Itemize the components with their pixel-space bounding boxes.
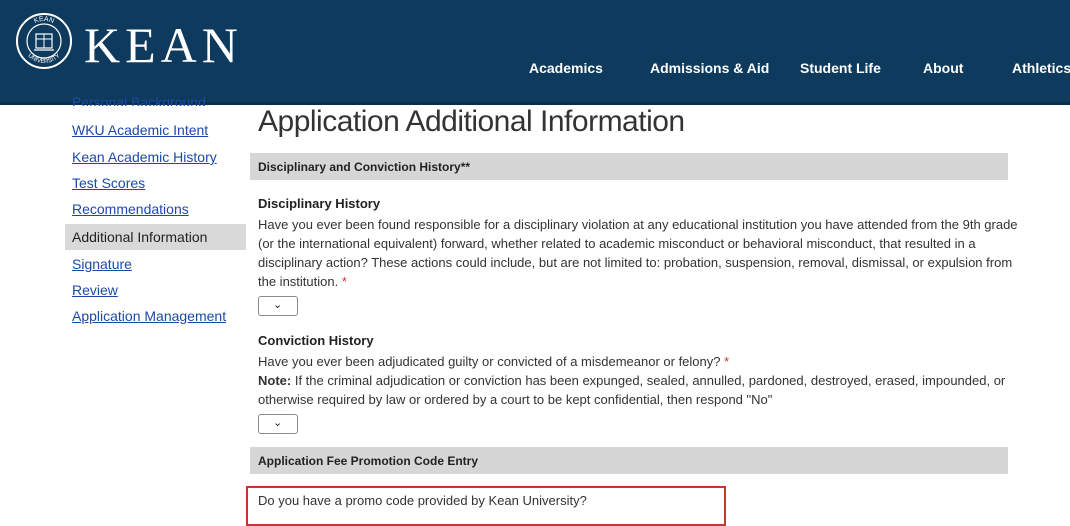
conviction-note: Note: If the criminal adjudication or co… bbox=[258, 371, 1018, 409]
seal-ring-bottom-text: UNIVERSITY bbox=[26, 53, 61, 65]
sidebar-item-personal-background[interactable]: Personal Background bbox=[72, 94, 206, 106]
sidebar-item-signature[interactable]: Signature bbox=[72, 256, 132, 272]
site-header: KEAN UNIVERSITY KEAN Academics Admission… bbox=[0, 0, 1070, 105]
required-asterisk: * bbox=[724, 354, 730, 369]
disciplinary-history-select[interactable]: ⌄ bbox=[258, 296, 298, 316]
note-text: If the criminal adjudication or convicti… bbox=[258, 373, 1006, 407]
nav-admissions-aid[interactable]: Admissions & Aid bbox=[650, 60, 769, 80]
nav-student-life[interactable]: Student Life bbox=[800, 60, 881, 80]
disciplinary-question-text: Have you ever been found responsible for… bbox=[258, 217, 1018, 289]
promo-code-question: Do you have a promo code provided by Kea… bbox=[258, 493, 587, 508]
page-title: Application Additional Information bbox=[258, 105, 685, 138]
sidebar-item-additional-information[interactable]: Additional Information bbox=[65, 224, 246, 250]
required-asterisk: * bbox=[341, 274, 347, 289]
sidebar-item-review[interactable]: Review bbox=[72, 282, 118, 298]
disciplinary-history-heading: Disciplinary History bbox=[258, 196, 381, 211]
sidebar-item-wku-academic-intent[interactable]: WKU Academic Intent bbox=[72, 122, 208, 138]
conviction-history-question: Have you ever been adjudicated guilty or… bbox=[258, 352, 1018, 371]
sidebar-item-recommendations[interactable]: Recommendations bbox=[72, 201, 189, 217]
sidebar-item-test-scores[interactable]: Test Scores bbox=[72, 175, 145, 191]
chevron-down-icon: ⌄ bbox=[273, 417, 283, 429]
chevron-down-icon: ⌄ bbox=[273, 299, 283, 311]
conviction-question-text: Have you ever been adjudicated guilty or… bbox=[258, 354, 721, 369]
note-label: Note: bbox=[258, 373, 292, 388]
sidebar-item-application-management[interactable]: Application Management bbox=[72, 308, 226, 324]
university-seal-icon[interactable]: KEAN UNIVERSITY bbox=[15, 12, 73, 70]
conviction-history-select[interactable]: ⌄ bbox=[258, 414, 298, 434]
section-header-disciplinary-conviction: Disciplinary and Conviction History** bbox=[250, 153, 1008, 180]
disciplinary-history-question: Have you ever been found responsible for… bbox=[258, 215, 1018, 291]
sidebar-item-kean-academic-history[interactable]: Kean Academic History bbox=[72, 149, 217, 165]
nav-academics[interactable]: Academics bbox=[529, 60, 603, 80]
section-header-promo-code: Application Fee Promotion Code Entry bbox=[250, 447, 1008, 474]
site-logo-wordmark[interactable]: KEAN bbox=[84, 20, 243, 70]
nav-athletics[interactable]: Athletics bbox=[1012, 60, 1070, 80]
conviction-history-heading: Conviction History bbox=[258, 333, 374, 348]
svg-text:UNIVERSITY: UNIVERSITY bbox=[26, 53, 61, 65]
nav-about[interactable]: About bbox=[923, 60, 963, 80]
